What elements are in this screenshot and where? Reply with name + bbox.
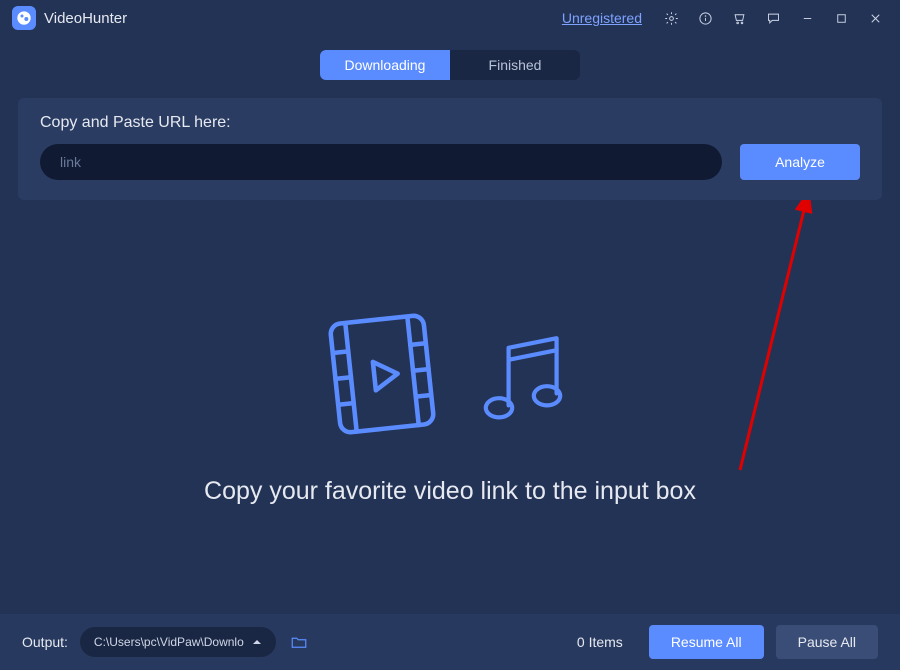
- annotation-arrow-icon: [710, 200, 820, 480]
- unregistered-link[interactable]: Unregistered: [562, 10, 642, 26]
- url-label: Copy and Paste URL here:: [40, 114, 860, 132]
- items-count: 0 Items: [577, 634, 623, 650]
- app-name: VideoHunter: [44, 10, 127, 27]
- open-folder-icon[interactable]: [288, 631, 310, 653]
- music-note-icon: [463, 319, 583, 439]
- tabs: Downloading Finished: [320, 50, 580, 80]
- app-logo-icon: [12, 6, 36, 30]
- info-icon[interactable]: [692, 5, 718, 31]
- feedback-icon[interactable]: [760, 5, 786, 31]
- output-path-selector[interactable]: C:\Users\pc\VidPaw\Downlo: [80, 627, 276, 657]
- close-icon[interactable]: [862, 5, 888, 31]
- tab-downloading[interactable]: Downloading: [320, 50, 450, 80]
- analyze-button[interactable]: Analyze: [740, 144, 860, 180]
- main-area: Copy your favorite video link to the inp…: [0, 200, 900, 614]
- settings-icon[interactable]: [658, 5, 684, 31]
- maximize-icon[interactable]: [828, 5, 854, 31]
- chevron-up-icon: [252, 637, 262, 647]
- minimize-icon[interactable]: [794, 5, 820, 31]
- pause-all-button[interactable]: Pause All: [776, 625, 878, 659]
- empty-illustration: [317, 309, 583, 439]
- tab-finished[interactable]: Finished: [450, 50, 580, 80]
- url-panel: Copy and Paste URL here: Analyze: [18, 98, 882, 200]
- titlebar: VideoHunter Unregistered: [0, 0, 900, 36]
- output-path-text: C:\Users\pc\VidPaw\Downlo: [94, 635, 244, 649]
- tab-row: Downloading Finished: [0, 36, 900, 98]
- cart-icon[interactable]: [726, 5, 752, 31]
- url-row: Analyze: [40, 144, 860, 180]
- footer: Output: C:\Users\pc\VidPaw\Downlo 0 Item…: [0, 614, 900, 670]
- film-icon: [317, 309, 447, 439]
- output-label: Output:: [22, 634, 68, 650]
- resume-all-button[interactable]: Resume All: [649, 625, 764, 659]
- url-input[interactable]: [40, 144, 722, 180]
- prompt-text: Copy your favorite video link to the inp…: [204, 477, 696, 506]
